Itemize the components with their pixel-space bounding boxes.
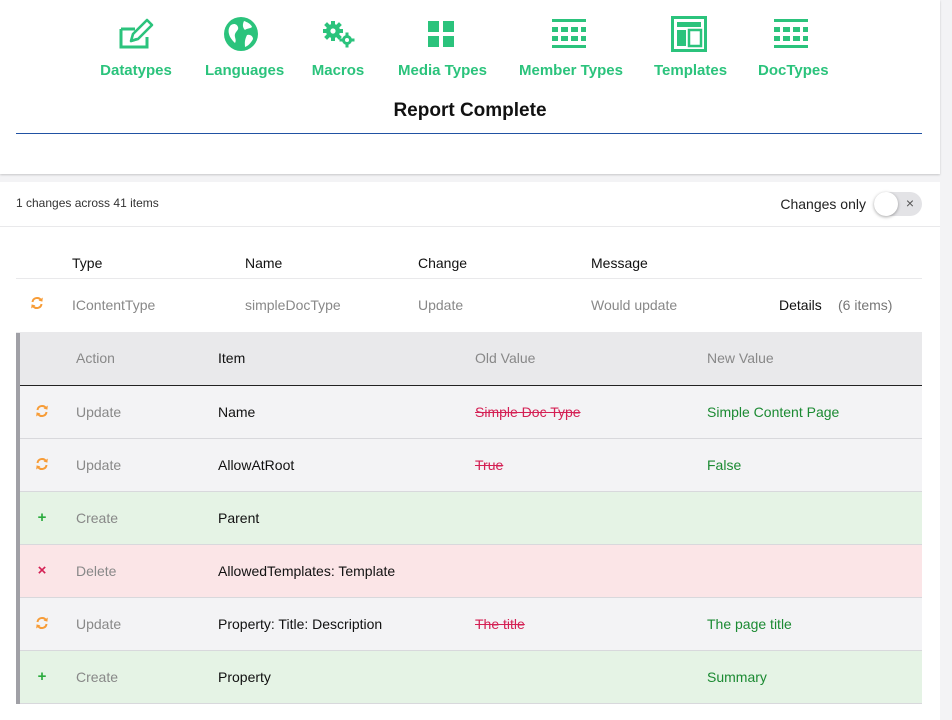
tile-label: DocTypes	[758, 62, 829, 79]
tile-label: Media Types	[398, 62, 487, 79]
detail-new-value: The page title	[707, 616, 792, 632]
details-count: (6 items)	[838, 297, 893, 313]
refresh-icon	[34, 456, 50, 472]
column-header-name: Name	[245, 255, 283, 271]
close-icon: ×	[905, 195, 914, 211]
template-layout-icon	[654, 16, 724, 52]
tile-label: Datatypes	[100, 62, 172, 79]
detail-row: Update AllowAtRoot True False	[20, 439, 922, 492]
detail-action: Create	[76, 669, 119, 685]
tile-templates[interactable]: Templates	[654, 16, 728, 86]
column-header-item: Item	[218, 350, 246, 366]
changes-only-filter: Changes only ×	[780, 192, 922, 216]
tile-label: Member Types	[519, 62, 623, 79]
column-header-message: Message	[591, 255, 648, 271]
list-grid-icon	[758, 16, 824, 52]
refresh-icon	[34, 403, 50, 419]
pencil-box-icon	[100, 16, 172, 52]
tile-media-types[interactable]: Media Types	[398, 16, 487, 86]
detail-row: Update Property: Title: Description The …	[20, 598, 922, 651]
tile-label: Macros	[311, 62, 365, 79]
detail-action: Update	[76, 616, 122, 632]
changes-only-label: Changes only	[780, 196, 866, 212]
tile-member-types[interactable]: Member Types	[519, 16, 623, 86]
results-table: Type Name Change Message IContentType si…	[16, 250, 922, 333]
detail-item: Name	[218, 404, 256, 420]
detail-action: Create	[76, 510, 119, 526]
detail-action: Update	[76, 404, 122, 420]
details-table: Action Item Old Value New Value Update N…	[16, 333, 922, 704]
row-type: IContentType	[72, 297, 156, 313]
changes-summary: 1 changes across 41 items	[16, 196, 159, 210]
detail-item: AllowAtRoot	[218, 457, 295, 473]
column-header-type: Type	[72, 255, 103, 271]
detail-row: × Delete AllowedTemplates: Template	[20, 545, 922, 598]
tile-label: Templates	[654, 62, 728, 79]
refresh-icon	[30, 296, 44, 313]
row-message: Would update	[591, 297, 678, 313]
plus-icon: +	[37, 508, 47, 526]
column-header-action: Action	[76, 350, 115, 366]
detail-row: + Create Parent	[20, 492, 922, 545]
column-header-old-value: Old Value	[475, 350, 536, 366]
detail-new-value: Simple Content Page	[707, 404, 840, 420]
report-title: Report Complete	[393, 100, 547, 121]
detail-old-value: Simple Doc Type	[475, 404, 581, 420]
details-table-header: Action Item Old Value New Value	[20, 333, 922, 386]
tile-datatypes[interactable]: Datatypes	[100, 16, 172, 86]
detail-row: Update Name Simple Doc Type Simple Conte…	[20, 386, 922, 439]
detail-old-value: The title	[475, 616, 525, 632]
detail-new-value: Summary	[707, 669, 767, 685]
close-icon: ×	[37, 561, 47, 579]
tile-doctypes[interactable]: DocTypes	[758, 16, 829, 86]
refresh-icon	[34, 615, 50, 631]
title-divider	[16, 133, 922, 134]
detail-row: + Create Property Summary	[20, 651, 922, 704]
plus-icon: +	[37, 667, 47, 685]
grid-icon	[398, 16, 484, 52]
detail-item: Property	[218, 669, 271, 685]
table-row: IContentType simpleDocType Update Would …	[16, 279, 922, 333]
row-name: simpleDocType	[245, 297, 341, 313]
detail-item: AllowedTemplates: Template	[218, 563, 396, 579]
detail-item: Property: Title: Description	[218, 616, 383, 632]
tile-macros[interactable]: Macros	[310, 16, 366, 86]
changes-only-toggle[interactable]: ×	[874, 192, 922, 216]
sync-report-panel: Datatypes Languages Macros Media Types M…	[0, 0, 940, 174]
detail-old-value: True	[475, 457, 504, 473]
list-grid-icon	[519, 16, 619, 52]
detail-action: Update	[76, 457, 122, 473]
handler-icon-bar: Datatypes Languages Macros Media Types M…	[0, 0, 940, 90]
gears-icon	[310, 16, 366, 52]
details-link[interactable]: Details	[779, 297, 822, 313]
row-change: Update	[418, 297, 464, 313]
divider	[0, 226, 940, 227]
globe-icon	[205, 16, 277, 52]
detail-action: Delete	[76, 563, 117, 579]
results-table-header: Type Name Change Message	[16, 250, 922, 279]
tile-label: Languages	[205, 62, 285, 79]
column-header-new-value: New Value	[707, 350, 774, 366]
column-header-change: Change	[418, 255, 468, 271]
detail-new-value: False	[707, 457, 742, 473]
toggle-knob	[874, 192, 898, 216]
detail-item: Parent	[218, 510, 260, 526]
tile-languages[interactable]: Languages	[205, 16, 285, 86]
